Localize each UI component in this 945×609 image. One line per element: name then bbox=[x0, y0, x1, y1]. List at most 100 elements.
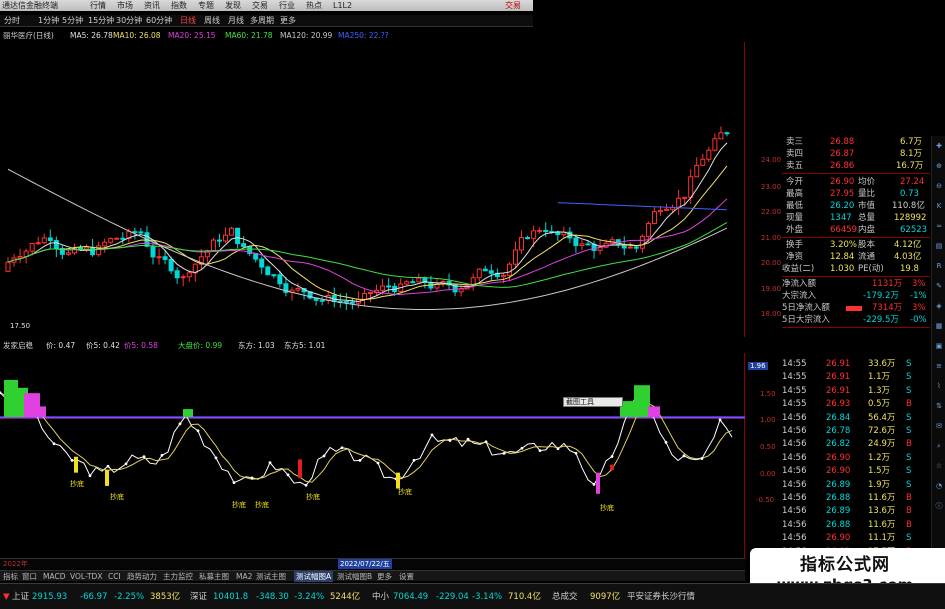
stat-label: 外盘 bbox=[786, 225, 804, 235]
search-icon[interactable]: ⌕ bbox=[933, 440, 945, 452]
period-daily[interactable]: 日线 bbox=[180, 15, 196, 27]
status-bar: ▼ 上证 2915.93 -66.97 -2.25% 3853亿 深证 1040… bbox=[0, 583, 945, 609]
grid-icon[interactable]: ▦ bbox=[933, 320, 945, 332]
period-intraday[interactable]: 分时 bbox=[4, 15, 20, 27]
tab-settings[interactable]: 设置 bbox=[399, 571, 414, 582]
tab-monitor[interactable]: 主力监控 bbox=[163, 571, 193, 582]
tab-cci[interactable]: CCI bbox=[108, 571, 121, 582]
menu-item-discover[interactable]: 发现 bbox=[225, 0, 252, 11]
ask5-price: 26.86 bbox=[830, 161, 855, 171]
period-60min[interactable]: 60分钟 bbox=[146, 15, 172, 27]
candle-body bbox=[380, 285, 386, 291]
tick-volume: 72.6万 bbox=[868, 426, 896, 436]
stat-label: 内盘 bbox=[858, 225, 876, 235]
menu-item-trade[interactable]: 交易 bbox=[252, 0, 279, 11]
stat-value: 4.12亿 bbox=[894, 240, 922, 250]
window-icon[interactable]: ▣ bbox=[933, 340, 945, 352]
note-icon[interactable]: ✉ bbox=[933, 420, 945, 432]
green-block bbox=[4, 379, 18, 417]
tab-test-main[interactable]: 测试主图 bbox=[256, 571, 286, 582]
menu-item-l1l2[interactable]: L1L2 bbox=[333, 0, 360, 11]
stat-label: PE(动) bbox=[858, 264, 884, 274]
menu-item-industry[interactable]: 行业 bbox=[279, 0, 306, 11]
period-5min[interactable]: 5分钟 bbox=[62, 15, 83, 27]
tick-time: 14:55 bbox=[782, 399, 807, 410]
candle-body bbox=[319, 299, 325, 302]
sh-pct: -2.25% bbox=[114, 592, 145, 602]
stat-row-6: 换手 3.20% 股本 4.12亿 bbox=[750, 239, 930, 251]
draw-icon[interactable]: ✎ bbox=[933, 280, 945, 292]
tab-more[interactable]: 更多 bbox=[377, 571, 392, 582]
ind-dot bbox=[178, 422, 182, 426]
stat-label: 均价 bbox=[858, 177, 876, 187]
ask3-price: 26.88 bbox=[830, 137, 855, 147]
sh-down-icon: ▼ bbox=[3, 592, 10, 602]
candle-body bbox=[386, 285, 392, 288]
period-multi[interactable]: 多周期 bbox=[250, 15, 274, 27]
ind-dot bbox=[340, 446, 344, 450]
candle-body bbox=[241, 243, 247, 248]
tab-vol[interactable]: VOL-TDX bbox=[70, 571, 102, 582]
zoom-out-icon[interactable]: ⊖ bbox=[933, 180, 945, 192]
menu-item-news[interactable]: 资讯 bbox=[144, 0, 171, 11]
list-icon[interactable]: ≡ bbox=[933, 360, 945, 372]
rsi-icon[interactable]: R bbox=[933, 260, 945, 272]
k-icon[interactable]: K bbox=[933, 200, 945, 212]
candle-body bbox=[700, 158, 706, 166]
period-weekly[interactable]: 周线 bbox=[204, 15, 220, 27]
buy-signal-tag: 抄底 bbox=[70, 479, 84, 488]
candle-body bbox=[688, 176, 694, 198]
chip-icon[interactable]: ▤ bbox=[933, 240, 945, 252]
ind-value-5: 东方: 1.03 bbox=[238, 341, 275, 350]
candle-body bbox=[651, 211, 657, 224]
menu-item-quotes[interactable]: 行情 bbox=[90, 0, 117, 11]
ind-dot bbox=[250, 476, 254, 480]
kline-pane[interactable]: 17.50 bbox=[0, 42, 745, 337]
period-more[interactable]: 更多 bbox=[280, 15, 296, 27]
screenshot-tool-tip[interactable]: 截图工具 bbox=[563, 397, 623, 407]
tab-ma2[interactable]: MA2 bbox=[236, 571, 252, 582]
tab-macd[interactable]: MACD bbox=[43, 571, 65, 582]
stat-label: 流通 bbox=[858, 252, 876, 262]
tab-test-sub-b[interactable]: 测试幅图B bbox=[337, 571, 372, 582]
tab-private[interactable]: 私募主图 bbox=[199, 571, 229, 582]
star-icon[interactable]: ☆ bbox=[933, 460, 945, 472]
candle-body bbox=[150, 245, 156, 258]
period-monthly[interactable]: 月线 bbox=[228, 15, 244, 27]
signal-bar bbox=[610, 464, 614, 470]
candle-body bbox=[162, 256, 168, 260]
tick-row: 14:56 26.90 11.1万 S bbox=[782, 532, 945, 544]
tick-flag: S bbox=[906, 479, 912, 490]
menu-item-index[interactable]: 指数 bbox=[171, 0, 198, 11]
divider bbox=[782, 173, 930, 174]
bell-icon[interactable]: ◔ bbox=[933, 480, 945, 492]
indicator-pane[interactable]: 抄底 抄底 抄底 抄底 抄底 抄底 抄底 bbox=[0, 353, 745, 558]
compare-icon[interactable]: ≈ bbox=[933, 220, 945, 232]
tick-row: 14:56 26.88 11.6万 B bbox=[782, 519, 945, 531]
menu-item-hot[interactable]: 热点 bbox=[306, 0, 333, 11]
tab-test-sub-a[interactable]: 测试幅图A bbox=[294, 571, 334, 582]
period-1min[interactable]: 1分钟 bbox=[38, 15, 59, 27]
settings-icon[interactable]: ✚ bbox=[933, 140, 945, 152]
period-30min[interactable]: 30分钟 bbox=[116, 15, 142, 27]
candle-body bbox=[482, 268, 488, 272]
zoom-in-icon[interactable]: ⊕ bbox=[933, 160, 945, 172]
magnet-icon[interactable]: ◈ bbox=[933, 300, 945, 312]
menu-item-market[interactable]: 市场 bbox=[117, 0, 144, 11]
ind-dot bbox=[52, 442, 56, 446]
candle-body bbox=[361, 292, 367, 300]
info-icon[interactable]: ⓘ bbox=[933, 500, 945, 512]
flow-icon[interactable]: ⇅ bbox=[933, 400, 945, 412]
stat-value: 27.24 bbox=[900, 177, 925, 187]
tick-list[interactable]: 14:55 26.91 33.6万 S 14:55 26.91 1.1万 S 14:55 26.9… bbox=[782, 358, 930, 574]
period-15min[interactable]: 15分钟 bbox=[88, 15, 114, 27]
tab-trend[interactable]: 趋势动力 bbox=[127, 571, 157, 582]
trade-button[interactable]: 交易 bbox=[505, 0, 521, 11]
candle-body bbox=[138, 231, 144, 234]
menu-item-topics[interactable]: 专题 bbox=[198, 0, 225, 11]
news-ticker[interactable]: 平安证券长沙行情 bbox=[627, 591, 695, 603]
tick-price: 26.91 bbox=[826, 372, 851, 383]
chart-icon[interactable]: ⌇ bbox=[933, 380, 945, 392]
tab-indicator[interactable]: 指标 bbox=[3, 571, 18, 582]
tab-window[interactable]: 窗口 bbox=[22, 571, 37, 582]
